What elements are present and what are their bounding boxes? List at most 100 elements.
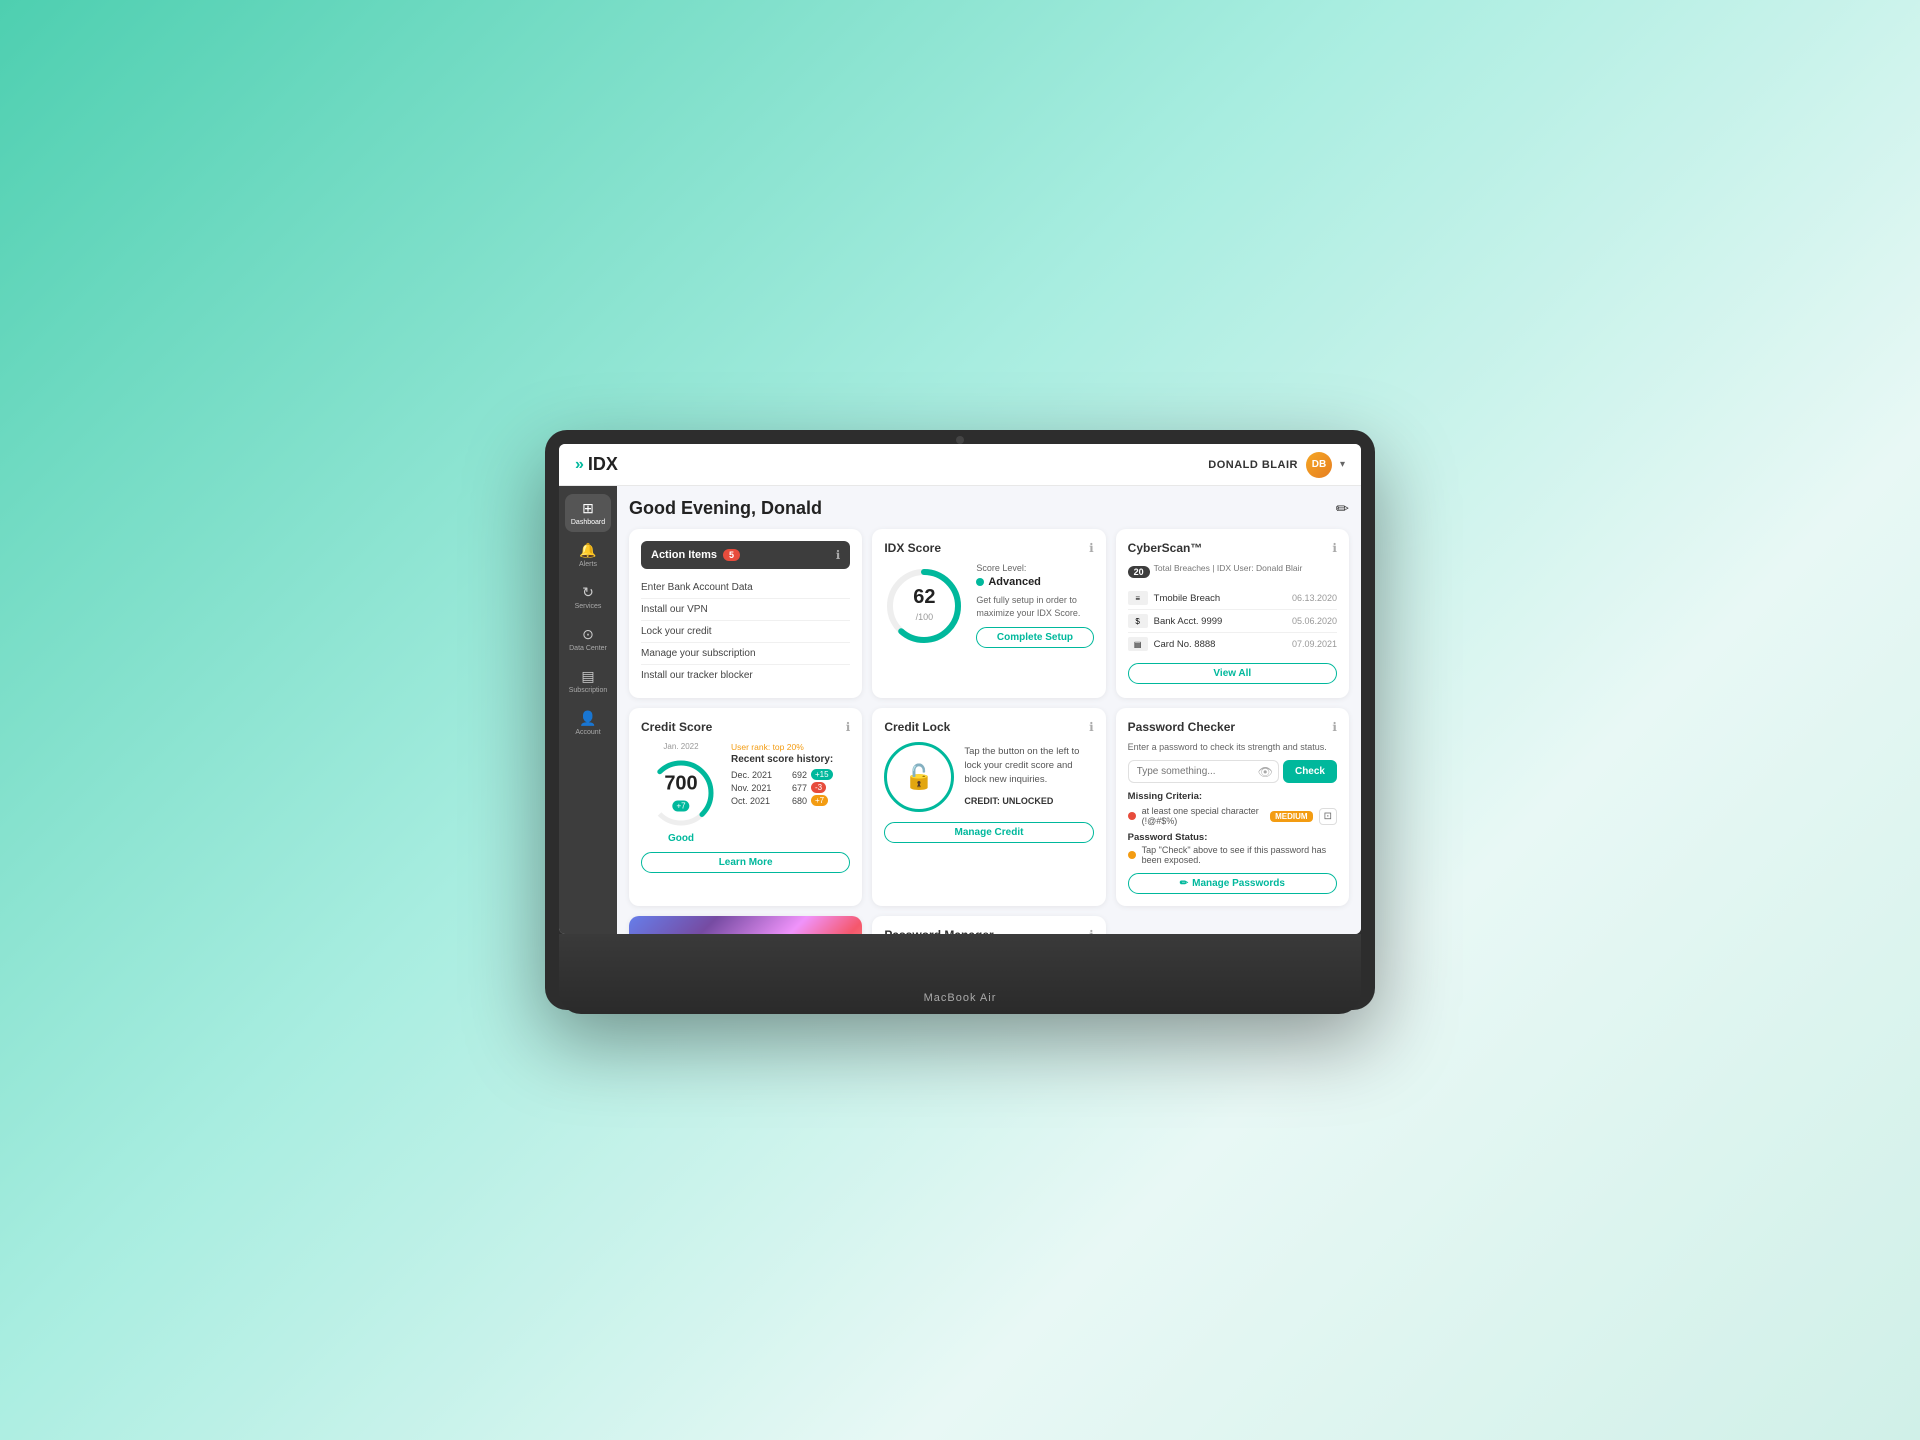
- password-input[interactable]: [1128, 760, 1279, 783]
- cyberscan-subtitle: Total Breaches | IDX User: Donald Blair: [1154, 563, 1303, 573]
- services-icon: ↻: [582, 584, 594, 601]
- password-input-row: 👁 Check: [1128, 760, 1337, 783]
- missing-criteria-label: Missing Criteria:: [1128, 791, 1337, 802]
- sidebar-label-dashboard: Dashboard: [571, 519, 605, 526]
- sidebar-item-dashboard[interactable]: ⊞ Dashboard: [565, 494, 611, 532]
- credit-circle-wrapper: Jan. 2022 700 +7: [641, 742, 721, 844]
- pm-info-icon[interactable]: ℹ: [1089, 928, 1094, 934]
- idx-score-content: 62 /100 Score Level: Advanced Ge: [884, 563, 1093, 648]
- data-center-icon: ⊙: [582, 626, 594, 643]
- action-items-title: Action Items: [651, 549, 717, 561]
- view-all-button[interactable]: View All: [1128, 663, 1337, 684]
- credit-score-content: Jan. 2022 700 +7: [641, 742, 850, 844]
- pm-card-header: Password Manager ℹ: [884, 928, 1093, 934]
- password-checker-description: Enter a password to check its strength a…: [1128, 742, 1337, 752]
- subscription-icon: ▤: [581, 668, 594, 685]
- check-button[interactable]: Check: [1283, 760, 1337, 783]
- credit-lock-title: Credit Lock: [884, 720, 950, 734]
- credit-change-badge-oct: +7: [811, 795, 828, 806]
- password-checker-card: Password Checker ℹ Enter a password to c…: [1116, 708, 1349, 906]
- laptop-base: MacBook Air: [559, 934, 1361, 1014]
- password-input-wrapper: 👁: [1128, 760, 1279, 783]
- lock-icon-container[interactable]: 🔓: [884, 742, 954, 812]
- user-name: DONALD BLAIR: [1208, 459, 1298, 471]
- score-level-text: Advanced: [988, 576, 1041, 588]
- score-description: Get fully setup in order to maximize you…: [976, 594, 1093, 619]
- status-dot-icon: [1128, 851, 1136, 859]
- list-item[interactable]: Install our tracker blocker: [641, 665, 850, 686]
- alerts-icon: 🔔: [579, 542, 596, 559]
- lock-description: Tap the button on the left to lock your …: [964, 745, 1093, 788]
- pm-title: Password Manager: [884, 928, 993, 934]
- laptop-brand-label: MacBook Air: [924, 992, 997, 1004]
- breach-card-date: 07.09.2021: [1292, 639, 1337, 649]
- score-number: 62: [913, 587, 935, 607]
- cyberscan-header: CyberScan™ ℹ: [1128, 541, 1337, 555]
- complete-setup-button[interactable]: Complete Setup: [976, 627, 1093, 648]
- account-icon: 👤: [579, 710, 596, 727]
- sidebar-label-alerts: Alerts: [579, 561, 597, 568]
- sidebar-label-account: Account: [575, 729, 600, 736]
- credit-row: Dec. 2021 692 +15: [731, 769, 850, 780]
- sidebar-item-services[interactable]: ↻ Services: [565, 578, 611, 616]
- credit-score-info-icon[interactable]: ℹ: [846, 720, 851, 734]
- criteria-dot-icon: [1128, 812, 1136, 820]
- dropdown-arrow-icon[interactable]: ▾: [1340, 459, 1345, 470]
- sidebar-item-data-center[interactable]: ⊙ Data Center: [565, 620, 611, 658]
- sidebar-item-subscription[interactable]: ▤ Subscription: [565, 662, 611, 700]
- credit-number: 700: [664, 773, 697, 796]
- sidebar: ⊞ Dashboard 🔔 Alerts ↻ Services ⊙ Data C…: [559, 486, 617, 934]
- credit-score-header: Credit Score ℹ: [641, 720, 850, 734]
- list-item[interactable]: Install our VPN: [641, 599, 850, 621]
- sidebar-item-alerts[interactable]: 🔔 Alerts: [565, 536, 611, 574]
- password-status-label: Password Status:: [1128, 832, 1337, 843]
- credit-history: User rank: top 20% Recent score history:…: [731, 742, 850, 808]
- credit-rank: User rank: top 20%: [731, 742, 850, 752]
- manage-passwords-pencil-icon: ✏: [1180, 878, 1188, 889]
- manage-passwords-label: Manage Passwords: [1192, 878, 1285, 889]
- manage-credit-button[interactable]: Manage Credit: [884, 822, 1093, 843]
- eye-icon[interactable]: 👁: [1258, 765, 1273, 779]
- medium-badge: MEDIUM: [1270, 811, 1312, 822]
- password-checker-info-icon[interactable]: ℹ: [1332, 720, 1337, 734]
- app-header: » IDX DONALD BLAIR DB ▾: [559, 444, 1361, 486]
- action-items-list: Enter Bank Account Data Install our VPN …: [641, 577, 850, 686]
- copy-button[interactable]: ⊡: [1319, 808, 1337, 825]
- action-items-header: Action Items 5 ℹ: [641, 541, 850, 569]
- credit-lock-content: 🔓 Tap the button on the left to lock you…: [884, 742, 1093, 812]
- page-header: Good Evening, Donald ✏: [629, 498, 1349, 519]
- sidebar-item-account[interactable]: 👤 Account: [565, 704, 611, 742]
- breach-tmobile-icon: ≡: [1128, 591, 1148, 605]
- cyberscan-info-icon[interactable]: ℹ: [1332, 541, 1337, 555]
- sidebar-label-subscription: Subscription: [569, 687, 608, 694]
- bottom-empty-slot: [1116, 916, 1349, 934]
- logo-chevrons-icon: »: [575, 456, 584, 474]
- score-level-label: Score Level:: [976, 563, 1093, 573]
- bottom-row: ForgetMe ℹ Donald Blair Password Manager…: [629, 916, 1349, 934]
- page-title: Good Evening, Donald: [629, 498, 822, 519]
- list-item[interactable]: Enter Bank Account Data: [641, 577, 850, 599]
- breach-bank-date: 05.06.2020: [1292, 616, 1337, 626]
- idx-score-info-icon[interactable]: ℹ: [1089, 541, 1094, 555]
- credit-row: Nov. 2021 677 -3: [731, 782, 850, 793]
- action-items-info-icon[interactable]: ℹ: [836, 548, 841, 562]
- credit-row-score-nov: 677: [783, 783, 807, 793]
- header-right: DONALD BLAIR DB ▾: [1208, 452, 1345, 478]
- breach-bank-name: Bank Acct. 9999: [1154, 616, 1286, 627]
- laptop-screen: » IDX DONALD BLAIR DB ▾ ⊞ Dashboard 🔔 Al…: [559, 444, 1361, 934]
- forgetme-card: ForgetMe ℹ Donald Blair: [629, 916, 862, 934]
- list-item[interactable]: Lock your credit: [641, 621, 850, 643]
- credit-lock-info-icon[interactable]: ℹ: [1089, 720, 1094, 734]
- criteria-text: at least one special character (!@#$%): [1142, 806, 1264, 826]
- list-item[interactable]: Manage your subscription: [641, 643, 850, 665]
- credit-row: Oct. 2021 680 +7: [731, 795, 850, 806]
- learn-more-button[interactable]: Learn More: [641, 852, 850, 873]
- logo-text: IDX: [588, 454, 618, 475]
- breach-bank-icon: $: [1128, 614, 1148, 628]
- middle-grid: Credit Score ℹ Jan. 2022: [629, 708, 1349, 906]
- avatar[interactable]: DB: [1306, 452, 1332, 478]
- edit-page-icon[interactable]: ✏: [1336, 499, 1349, 519]
- credit-change: +7: [672, 801, 689, 812]
- manage-passwords-button[interactable]: ✏ Manage Passwords: [1128, 873, 1337, 894]
- credit-row-month-nov: Nov. 2021: [731, 783, 779, 793]
